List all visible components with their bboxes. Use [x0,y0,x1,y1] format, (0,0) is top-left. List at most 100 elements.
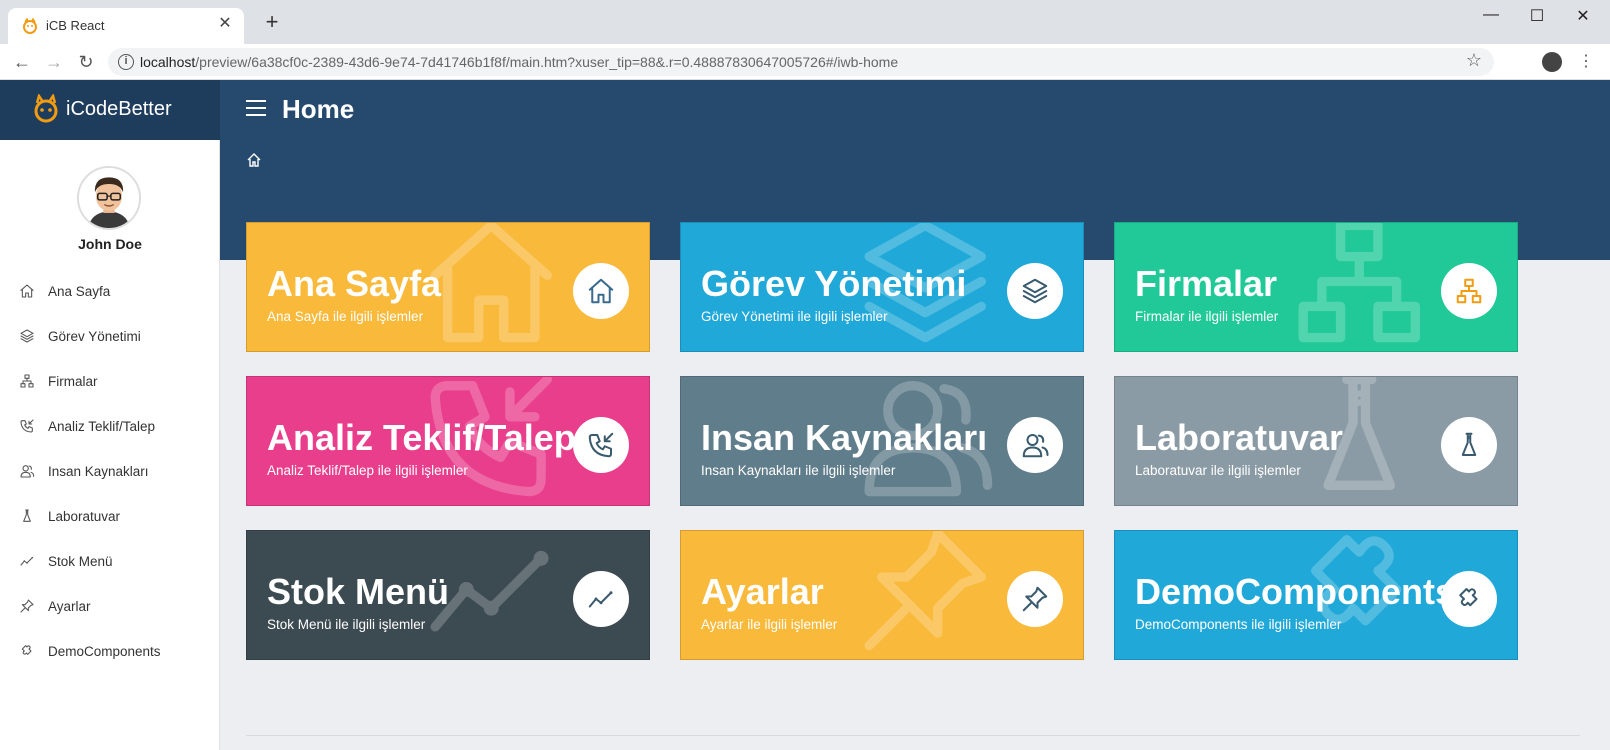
layers-icon [20,329,34,343]
breadcrumb-home-icon[interactable] [246,152,262,168]
tile-icon-button[interactable] [1007,571,1063,627]
tile-democomponents[interactable]: DemoComponents DemoComponents ile ilgili… [1114,530,1518,660]
icb-favicon-icon [23,18,37,34]
user-name: John Doe [78,236,142,252]
tile-title: Insan Kaynakları [701,417,988,458]
tile-subtitle: Stok Menü ile ilgili işlemler [267,617,426,632]
browser-tab-bar: iCB React ✕ + — ☐ ✕ [0,0,1610,44]
info-icon[interactable]: i [118,54,134,70]
tile-laboratuvar[interactable]: Laboratuvar Laboratuvar ile ilgili işlem… [1114,376,1518,506]
tile-firmalar[interactable]: Firmalar Firmalar ile ilgili işlemler [1114,222,1518,352]
tile-subtitle: Ana Sayfa ile ilgili işlemler [267,309,424,324]
tile-subtitle: Insan Kaynakları ile ilgili işlemler [701,463,896,478]
new-tab-button[interactable]: + [262,11,282,33]
tab-title: iCB React [46,18,105,33]
tile-icon-button[interactable] [573,417,629,473]
tile-subtitle: Görev Yönetimi ile ilgili işlemler [701,309,888,324]
home-icon [20,284,34,298]
forward-button[interactable]: → [42,50,66,74]
tile-subtitle: Analiz Teklif/Talep ile ilgili işlemler [267,463,468,478]
sidebar-item-label: Görev Yönetimi [48,329,141,344]
close-tab-icon[interactable]: ✕ [216,15,234,33]
sitemap-icon [1456,278,1482,304]
profile-avatar[interactable] [1542,52,1562,72]
sidebar-item-label: DemoComponents [48,644,161,659]
tile-stok-men-[interactable]: Stok Menü Stok Menü ile ilgili işlemler [246,530,650,660]
sidebar-item-ayarlar[interactable]: Ayarlar [0,587,220,627]
chemistry-icon [23,509,31,522]
tile-insan-kaynaklar-[interactable]: Insan Kaynakları Insan Kaynakları ile il… [680,376,1084,506]
tile-icon-button[interactable] [573,263,629,319]
brand[interactable]: iCodeBetter [0,80,220,140]
tile-icon-button[interactable] [1441,571,1497,627]
reload-button[interactable]: ↻ [74,50,98,74]
tile-icon-button[interactable] [1441,417,1497,473]
brand-name: iCodeBetter [66,98,172,120]
tile-analiz-teklif-talep[interactable]: Analiz Teklif/Talep Analiz Teklif/Talep … [246,376,650,506]
sidebar-item-insan-kaynaklar-[interactable]: Insan Kaynakları [0,452,220,492]
tile-icon-button[interactable] [1007,417,1063,473]
pin-icon [20,599,34,613]
phone-incoming-icon [588,432,614,458]
minimize-window-button[interactable]: — [1476,6,1506,28]
tile-subtitle: Laboratuvar ile ilgili işlemler [1135,463,1301,478]
tile-ayarlar[interactable]: Ayarlar Ayarlar ile ilgili işlemler [680,530,1084,660]
users-icon [1022,434,1049,458]
url-host: localhost [140,54,196,70]
bookmark-star-icon[interactable]: ☆ [1466,50,1482,71]
address-bar[interactable]: i localhost/preview/6a38cf0c-2389-43d6-9… [108,48,1494,76]
tile-g-rev-y-netimi[interactable]: Görev Yönetimi Görev Yönetimi ile ilgili… [680,222,1084,352]
sitemap-icon [20,374,34,388]
tile-icon-button[interactable] [1007,263,1063,319]
page-title: Home [282,94,355,124]
tile-title: Görev Yönetimi [701,263,967,304]
tile-title: Stok Menü [267,571,450,612]
sidebar: John Doe Ana Sayfa Görev Yönetimi Firmal… [0,140,220,750]
tile-title: DemoComponents [1135,571,1456,612]
close-window-button[interactable]: ✕ [1568,6,1598,28]
tile-title: Ana Sayfa [267,263,442,304]
icb-logo-icon [34,94,58,123]
tile-title: Analiz Teklif/Talep [267,417,576,458]
sidebar-item-label: Stok Menü [48,554,113,569]
sidebar-item-label: Ana Sayfa [48,284,111,299]
tile-title: Firmalar [1135,263,1278,304]
tile-subtitle: Firmalar ile ilgili işlemler [1135,309,1279,324]
sidebar-item-democomponents[interactable]: DemoComponents [0,632,220,672]
sidebar-toggle-icon[interactable] [246,100,266,118]
sidebar-item-analiz-teklif-talep[interactable]: Analiz Teklif/Talep [0,407,220,447]
sidebar-item-label: Analiz Teklif/Talep [48,419,156,434]
sidebar-item-label: Laboratuvar [48,509,121,524]
layers-icon [1022,278,1048,304]
sidebar-item-laboratuvar[interactable]: Laboratuvar [0,497,220,537]
sidebar-item-label: Ayarlar [48,599,91,614]
footer-divider [246,735,1580,736]
tile-icon-button[interactable] [1441,263,1497,319]
browser-menu-icon[interactable]: ⋮ [1578,50,1594,74]
chemistry-icon [1461,432,1477,456]
tile-ana-sayfa[interactable]: Ana Sayfa Ana Sayfa ile ilgili işlemler [246,222,650,352]
chart-line-icon [20,556,34,566]
tile-icon-button[interactable] [573,571,629,627]
back-button[interactable]: ← [10,50,34,74]
avatar[interactable] [77,166,141,230]
puzzle-icon [1459,588,1478,607]
pin-icon [1022,586,1048,612]
sidebar-item-firmalar[interactable]: Firmalar [0,362,220,402]
tile-subtitle: DemoComponents ile ilgili işlemler [1135,617,1342,632]
sidebar-item-g-rev-y-netimi[interactable]: Görev Yönetimi [0,317,220,357]
phone-incoming-icon [20,419,34,433]
tile-title: Ayarlar [701,571,824,612]
puzzle-icon [21,645,32,655]
tile-subtitle: Ayarlar ile ilgili işlemler [701,617,838,632]
browser-toolbar: ← → ↻ i localhost/preview/6a38cf0c-2389-… [0,44,1610,80]
url-text: localhost/preview/6a38cf0c-2389-43d6-9e7… [140,54,898,70]
chart-line-icon [588,591,613,608]
maximize-window-button[interactable]: ☐ [1522,6,1552,28]
app-root: iCodeBetter Home John Doe Ana Sayfa Göre… [0,80,1610,750]
sidebar-item-label: Firmalar [48,374,98,389]
browser-tab[interactable]: iCB React ✕ [8,8,244,44]
sidebar-item-ana-sayfa[interactable]: Ana Sayfa [0,272,220,312]
sidebar-item-stok-men-[interactable]: Stok Menü [0,542,220,582]
url-path: /preview/6a38cf0c-2389-43d6-9e74-7d41746… [195,54,899,70]
